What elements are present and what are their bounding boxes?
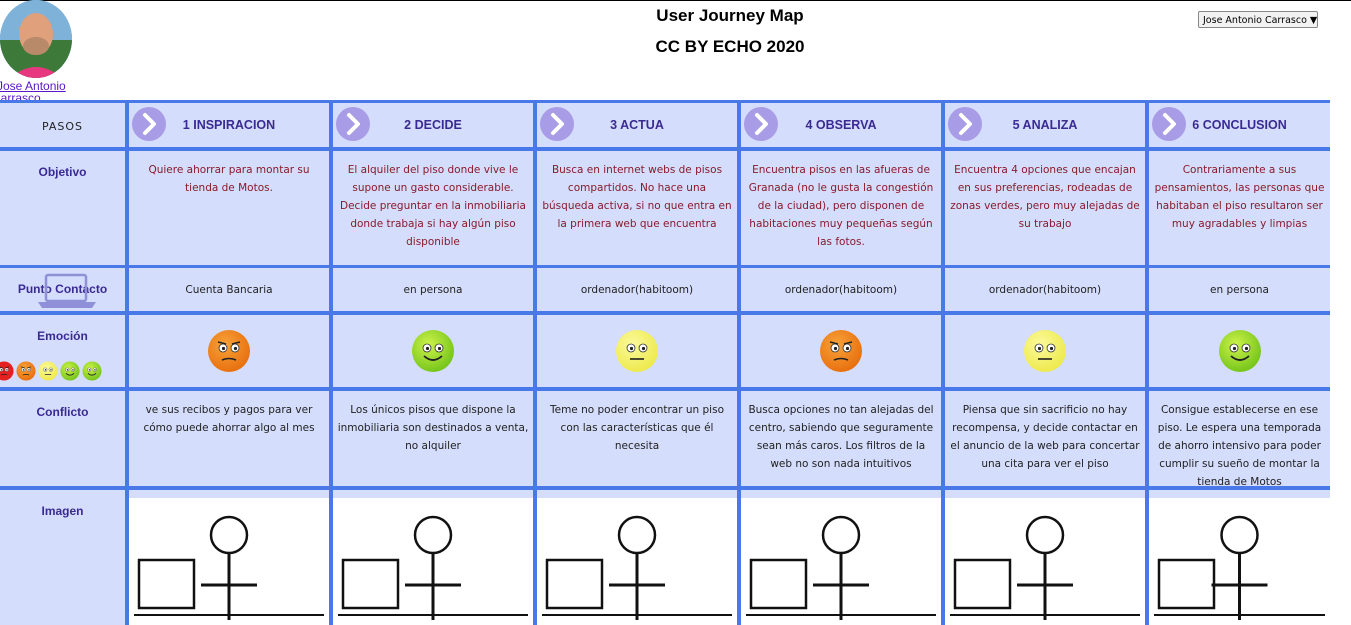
step-title: 5 ANALIZA [1012,118,1078,132]
happy-face-icon [412,330,454,372]
emotion-cell [333,315,533,387]
neutral-face-icon [38,361,58,381]
step-title: 4 OBSERVA [805,118,877,132]
avatar-photo-icon [0,0,72,78]
step-title: 2 DECIDE [404,118,462,132]
step-header-5[interactable]: 5 ANALIZA [945,103,1145,147]
laptop-icon [38,273,96,308]
conflict-text: Consigue establecerse en ese piso. Le es… [1149,391,1330,486]
stick-figure-illustration-icon [537,498,737,625]
row-label-punto-contacto: Punto Contacto [0,268,125,311]
stick-figure-illustration-icon [129,498,329,625]
top-border [0,0,1351,1]
step-header-4[interactable]: 4 OBSERVA [741,103,941,147]
conflict-text: Los únicos pisos que dispone la inmobili… [333,391,533,486]
contact-point: ordenador(habitoom) [741,268,941,311]
annoyed-face-icon [208,330,250,372]
illustration-cell [333,490,533,625]
row-label-pasos: PASOS [0,103,125,147]
row-label-conflicto: Conflicto [0,391,125,486]
chevron-right-icon[interactable] [540,107,574,141]
contact-point: en persona [333,268,533,311]
row-label-text: Conflicto [36,405,89,419]
illustration-cell [945,490,1145,625]
contact-point: en persona [1149,268,1330,311]
row-label-text: Emoción [37,329,88,343]
step-header-1[interactable]: 1 INSPIRACION [129,103,329,147]
page-subtitle: CC BY ECHO 2020 [655,37,805,56]
page-title: User Journey Map [656,6,804,25]
conflict-text: Piensa que sin sacrificio no hay recompe… [945,391,1145,486]
stick-figure-illustration-icon [1149,498,1330,625]
row-label-text: PASOS [41,120,84,133]
stick-figure-illustration-icon [741,498,941,625]
chevron-right-icon[interactable] [744,107,778,141]
illustration-cell [1149,490,1330,625]
illustration-cell [537,490,737,625]
step-header-2[interactable]: 2 DECIDE [333,103,533,147]
contact-point: ordenador(habitoom) [537,268,737,311]
contact-point: Cuenta Bancaria [129,268,329,311]
row-label-imagen: Imagen [0,490,125,625]
row-label-objetivo: Objetivo [0,151,125,265]
contact-point: ordenador(habitoom) [945,268,1145,311]
chevron-right-icon[interactable] [948,107,982,141]
chevron-right-icon[interactable] [336,107,370,141]
step-header-3[interactable]: 3 ACTUA [537,103,737,147]
row-label-text: Imagen [41,504,84,518]
user-avatar[interactable] [0,0,72,78]
conflict-text: Busca opciones no tan alejadas del centr… [741,391,941,486]
journey-grid: PASOS Objetivo Punto Contacto Emoción Confli… [0,100,1330,625]
objective-text: Contrariamente a sus pensamientos, las p… [1149,151,1330,265]
step-title: 1 INSPIRACION [182,118,276,132]
emotion-cell [1149,315,1330,387]
chevron-right-icon[interactable] [132,107,166,141]
chevron-right-icon[interactable] [1152,107,1186,141]
objective-text: Busca en internet webs de pisos comparti… [537,151,737,265]
row-label-text: Objetivo [38,165,87,179]
happy-face-icon [1218,330,1261,372]
emotion-cell [945,315,1145,387]
illustration-cell [129,490,329,625]
emotion-scale [0,361,102,381]
neutral-face-icon [1024,330,1066,372]
emotion-cell [537,315,737,387]
emotion-cell [129,315,329,387]
step-header-6[interactable]: 6 CONCLUSION [1149,103,1330,147]
annoyed-face-icon [820,330,862,372]
happy-face-icon [60,361,80,381]
conflict-text: ve sus recibos y pagos para ver cómo pue… [129,391,329,486]
objective-text: Quiere ahorrar para montar su tienda de … [129,151,329,265]
emotion-cell [741,315,941,387]
row-label-emocion: Emoción [0,315,125,387]
objective-text: El alquiler del piso donde vive le supon… [333,151,533,265]
step-title: 3 ACTUA [610,118,664,132]
user-select[interactable]: Jose Antonio Carrasco ▼ [1198,11,1318,28]
illustration-cell [741,490,941,625]
annoyed-face-icon [16,361,36,381]
stick-figure-illustration-icon [333,498,533,625]
step-title: 6 CONCLUSION [1192,118,1287,132]
conflict-text: Teme no poder encontrar un piso con las … [537,391,737,486]
annoyed-face-icon [0,361,14,381]
happy-face-icon [82,361,102,381]
objective-text: Encuentra pisos en las afueras de Granad… [741,151,941,265]
objective-text: Encuentra 4 opciones que encajan en sus … [945,151,1145,265]
neutral-face-icon [616,330,658,372]
stick-figure-illustration-icon [945,498,1145,625]
